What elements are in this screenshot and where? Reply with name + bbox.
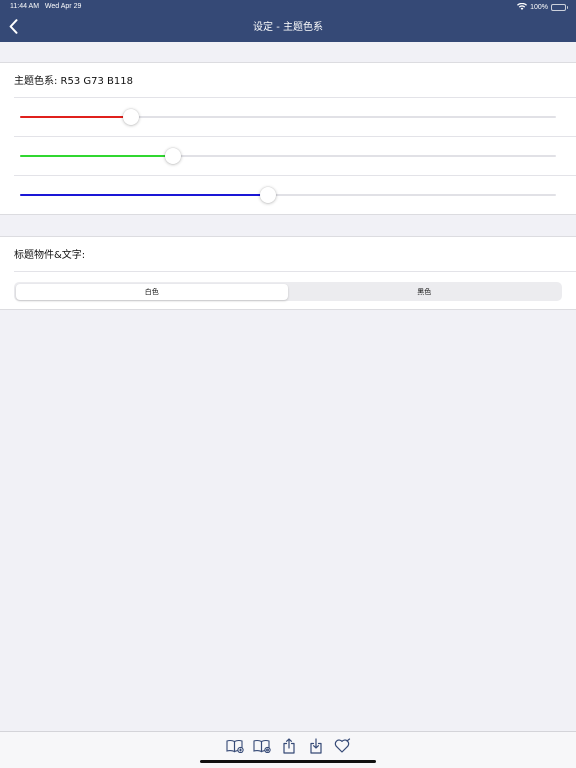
navigation-bar: 11:44 AM Wed Apr 29 100% 设定 - 主题色系: [0, 0, 576, 42]
theme-color-label: 主题色系: R53 G73 B118: [14, 76, 133, 87]
book-settings-icon[interactable]: [253, 737, 271, 754]
favorite-heart-icon[interactable]: [334, 737, 352, 754]
home-indicator: [200, 760, 376, 763]
back-button[interactable]: [4, 18, 22, 38]
page-title: 设定 - 主题色系: [253, 22, 323, 33]
status-time: 11:44 AM: [10, 3, 40, 10]
title-widget-color-row: 白色 黑色: [0, 271, 576, 311]
red-slider-thumb[interactable]: [123, 109, 140, 125]
red-slider-row: [0, 97, 576, 136]
blue-slider-row: [0, 175, 576, 214]
theme-color-section: 主题色系: R53 G73 B118: [0, 62, 576, 215]
segment-black[interactable]: 黑色: [288, 284, 561, 300]
battery-icon: [551, 3, 568, 11]
chevron-left-icon: [9, 18, 18, 38]
book-add-icon[interactable]: [226, 737, 244, 754]
title-widget-color-control: 白色 黑色: [14, 282, 562, 301]
green-slider-fill: [20, 155, 174, 157]
wifi-icon: [517, 2, 528, 12]
title-widget-section: 标题物件&文字: 白色 黑色: [0, 236, 576, 310]
segment-white[interactable]: 白色: [15, 283, 288, 300]
blue-slider-thumb[interactable]: [260, 187, 277, 203]
red-slider-fill: [20, 116, 132, 118]
share-upload-icon[interactable]: [280, 737, 298, 754]
green-slider[interactable]: [20, 148, 556, 164]
toolbar-icons: [226, 737, 352, 754]
green-slider-row: [0, 136, 576, 175]
battery-percent: 100%: [530, 3, 548, 11]
status-date: Wed Apr 29: [44, 3, 82, 10]
title-widget-label: 标题物件&文字:: [14, 250, 86, 261]
blue-slider-fill: [20, 194, 269, 196]
status-bar-right: 100%: [517, 2, 568, 12]
red-slider[interactable]: [20, 109, 556, 125]
green-slider-thumb[interactable]: [165, 148, 182, 164]
download-icon[interactable]: [307, 737, 325, 754]
status-bar-time: 11:44 AM Wed Apr 29: [10, 2, 81, 12]
blue-slider[interactable]: [20, 187, 556, 203]
